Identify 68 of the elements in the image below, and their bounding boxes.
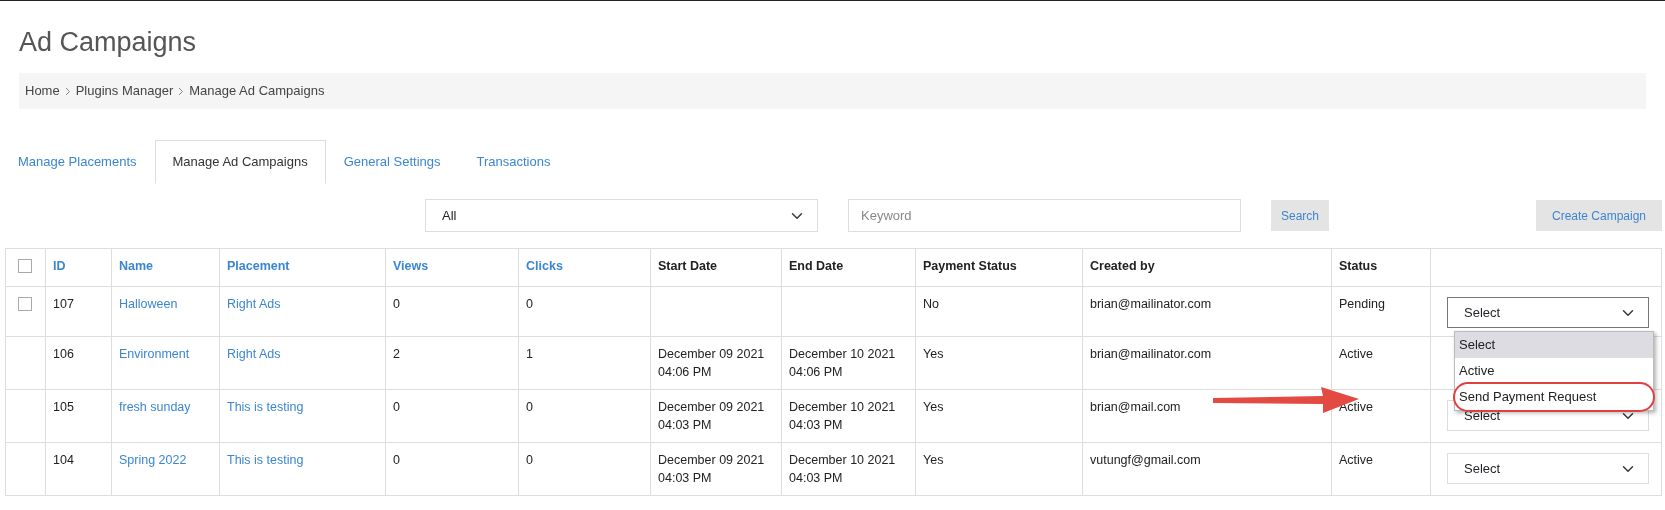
table-cell: 1 xyxy=(526,347,533,361)
search-button[interactable]: Search xyxy=(1271,200,1330,231)
table-cell: Pending xyxy=(1339,297,1385,311)
campaign-link[interactable]: Environment xyxy=(119,347,190,361)
action-select[interactable]: Select xyxy=(1447,297,1649,328)
page-title: Ad Campaigns xyxy=(19,26,198,58)
campaign-link[interactable]: Halloween xyxy=(119,297,178,311)
checkbox[interactable] xyxy=(18,297,32,311)
table-cell: brian@mailinator.com xyxy=(1090,347,1212,361)
table-cell: 104 xyxy=(53,453,74,467)
table-cell: No xyxy=(923,297,939,311)
table-cell: 0 xyxy=(526,400,533,414)
table-cell: Yes xyxy=(923,453,944,467)
sort-link[interactable]: Placement xyxy=(227,259,290,273)
tab[interactable]: Manage Placements xyxy=(0,140,155,184)
ad-slot-link[interactable]: This is testing xyxy=(227,453,304,467)
ad-slot-link[interactable]: Right Ads xyxy=(227,347,281,361)
column-header: Created by xyxy=(1090,259,1155,273)
sort-link[interactable]: Name xyxy=(119,259,154,273)
create-campaign-button[interactable]: Create Campaign xyxy=(1536,200,1662,231)
sort-link[interactable]: Views xyxy=(393,259,429,273)
breadcrumb-link[interactable]: Home xyxy=(25,81,60,101)
table-cell: December 09 2021 04:03 PM xyxy=(658,453,765,485)
table-cell: Yes xyxy=(923,347,944,361)
table-cell: brian@mailinator.com xyxy=(1090,297,1212,311)
keyword-field[interactable]: Keyword xyxy=(848,199,1241,232)
table-cell: 106 xyxy=(53,347,74,361)
table-cell: 2 xyxy=(393,347,400,361)
dropdown-option[interactable]: Active xyxy=(1455,358,1653,384)
tab[interactable]: Transactions xyxy=(458,140,569,184)
ad-slot-link[interactable]: This is testing xyxy=(227,400,304,414)
checkbox[interactable] xyxy=(18,259,32,273)
campaign-link[interactable]: fresh sunday xyxy=(119,400,191,414)
table-cell: 0 xyxy=(393,400,400,414)
table-cell: 0 xyxy=(526,453,533,467)
column-header: Start Date xyxy=(658,259,718,273)
tab[interactable]: General Settings xyxy=(325,140,459,184)
table-cell: December 10 2021 04:06 PM xyxy=(789,347,896,379)
chevron-icon xyxy=(64,86,71,96)
campaign-link[interactable]: Spring 2022 xyxy=(119,453,187,467)
chevron-icon xyxy=(178,86,185,96)
column-header: Status xyxy=(1339,259,1378,273)
tab[interactable]: Manage Ad Campaigns xyxy=(154,140,326,184)
table-cell: December 09 2021 04:06 PM xyxy=(658,347,765,379)
table-cell: December 09 2021 04:03 PM xyxy=(658,400,765,432)
table-cell: 0 xyxy=(393,453,400,467)
column-header: End Date xyxy=(789,259,844,273)
table-cell: 0 xyxy=(393,297,400,311)
table-cell: December 10 2021 04:03 PM xyxy=(789,453,896,485)
table-cell: vutungf@gmail.com xyxy=(1090,453,1201,467)
table-cell: 105 xyxy=(53,400,74,414)
table-cell: 0 xyxy=(526,297,533,311)
table-cell: 107 xyxy=(53,297,74,311)
table-cell: Active xyxy=(1339,400,1374,414)
sort-link[interactable]: ID xyxy=(53,259,66,273)
ad-slot-link[interactable]: Right Ads xyxy=(227,297,281,311)
status-select[interactable]: All xyxy=(425,199,818,232)
breadcrumb-link[interactable]: Plugins Manager xyxy=(75,81,174,101)
table-cell: Active xyxy=(1339,453,1374,467)
column-header: Payment Status xyxy=(923,259,1017,273)
action-select[interactable]: Select xyxy=(1447,453,1649,484)
table-cell: Active xyxy=(1339,347,1374,361)
dropdown-option[interactable]: Select xyxy=(1455,332,1653,358)
table-cell: December 10 2021 04:03 PM xyxy=(789,400,896,432)
table-cell: Yes xyxy=(923,400,944,414)
table-cell: brian@mail.com xyxy=(1090,400,1181,414)
sort-link[interactable]: Clicks xyxy=(526,259,563,273)
dropdown-option[interactable]: Send Payment Request xyxy=(1455,384,1653,410)
